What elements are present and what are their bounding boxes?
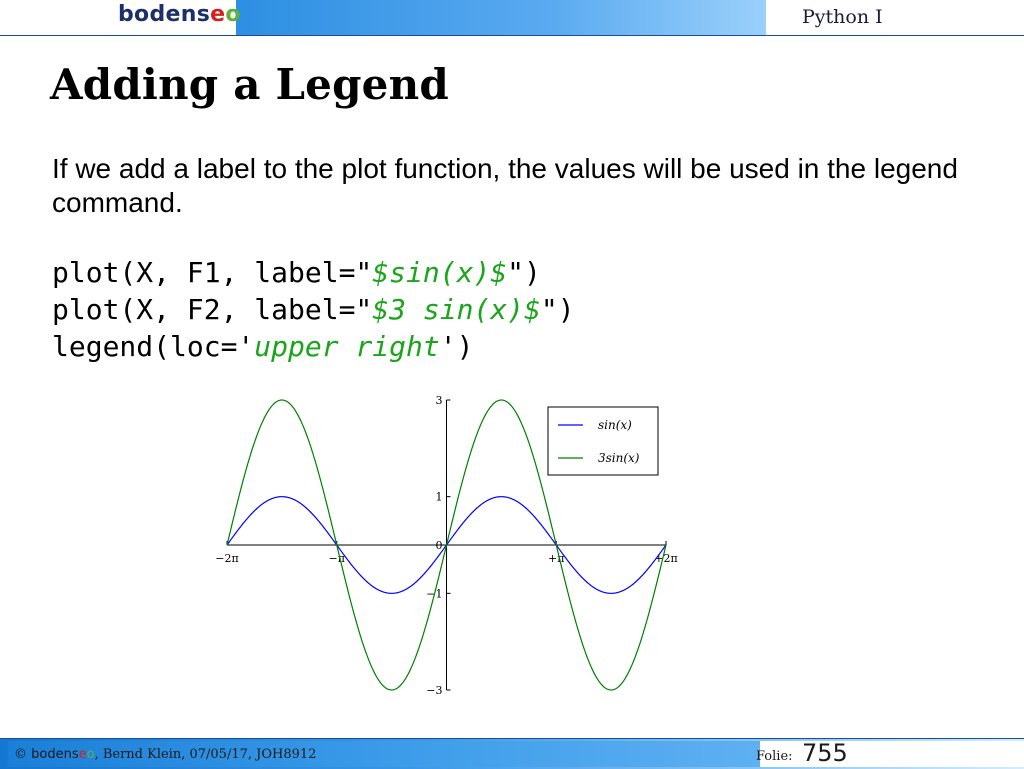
code-text: plot(X, F2, label="	[52, 293, 373, 326]
x-tick-label: +2π	[654, 552, 677, 565]
code-text: ')	[439, 330, 474, 363]
code-text: ")	[507, 256, 541, 289]
code-line-3: legend(loc='upper right')	[52, 328, 575, 365]
slide-intro-text: If we add a label to the plot function, …	[52, 153, 958, 218]
code-text: legend(loc='	[52, 330, 255, 363]
code-text: ")	[540, 293, 575, 326]
code-line-1: plot(X, F1, label="$sin(x)$")	[52, 254, 575, 291]
legend-label-1: sin(x)	[598, 418, 632, 432]
slide-number: 755	[802, 739, 848, 767]
y-tick-label: 0	[436, 539, 443, 552]
sine-chart: −2π −π +π +2π310−1−3sin(x)3sin(x)	[215, 394, 677, 697]
footer-brand-main: bodens	[31, 747, 79, 762]
bodenseo-logo: bodenseo	[118, 2, 241, 27]
footer-brand: bodenseo	[31, 747, 94, 762]
footer-author-info: , Bernd Klein, 07/05/17, JOH8912	[94, 747, 317, 762]
code-string: upper right	[254, 330, 440, 363]
code-line-2: plot(X, F2, label="$3 sin(x)$")	[52, 291, 575, 328]
x-tick-label: −2π	[215, 552, 238, 565]
slide-number-label: Folie:	[756, 749, 793, 764]
y-tick-label: −3	[426, 684, 442, 697]
logo-text-main: bodens	[118, 2, 211, 27]
code-text: plot(X, F1, label="	[52, 256, 373, 289]
slide-title: Adding a Legend	[50, 60, 449, 109]
legend-label-2: 3sin(x)	[598, 451, 640, 465]
copyright-symbol: ©	[14, 747, 32, 762]
header-gradient-panel	[236, 0, 766, 35]
y-tick-label: 1	[436, 491, 443, 504]
course-title: Python I	[802, 6, 883, 28]
logo-text-accent-green: o	[225, 2, 241, 27]
footer-brand-accent-red: e	[78, 747, 87, 762]
footer-copyright: © bodenseo, Bernd Klein, 07/05/17, JOH89…	[14, 747, 316, 762]
y-tick-label: 3	[436, 394, 443, 407]
header-bar: bodenseo Python I	[0, 0, 1024, 36]
code-block: plot(X, F1, label="$sin(x)$") plot(X, F2,…	[52, 254, 575, 365]
logo-text-accent-red: e	[210, 2, 226, 27]
code-string: $3 sin(x)$	[372, 293, 541, 326]
footer-right-panel	[760, 741, 1024, 767]
footer-brand-accent-green: o	[86, 747, 95, 762]
footer-bar: © bodenseo, Bernd Klein, 07/05/17, JOH89…	[0, 738, 1024, 769]
code-string: $sin(x)$	[372, 256, 508, 289]
